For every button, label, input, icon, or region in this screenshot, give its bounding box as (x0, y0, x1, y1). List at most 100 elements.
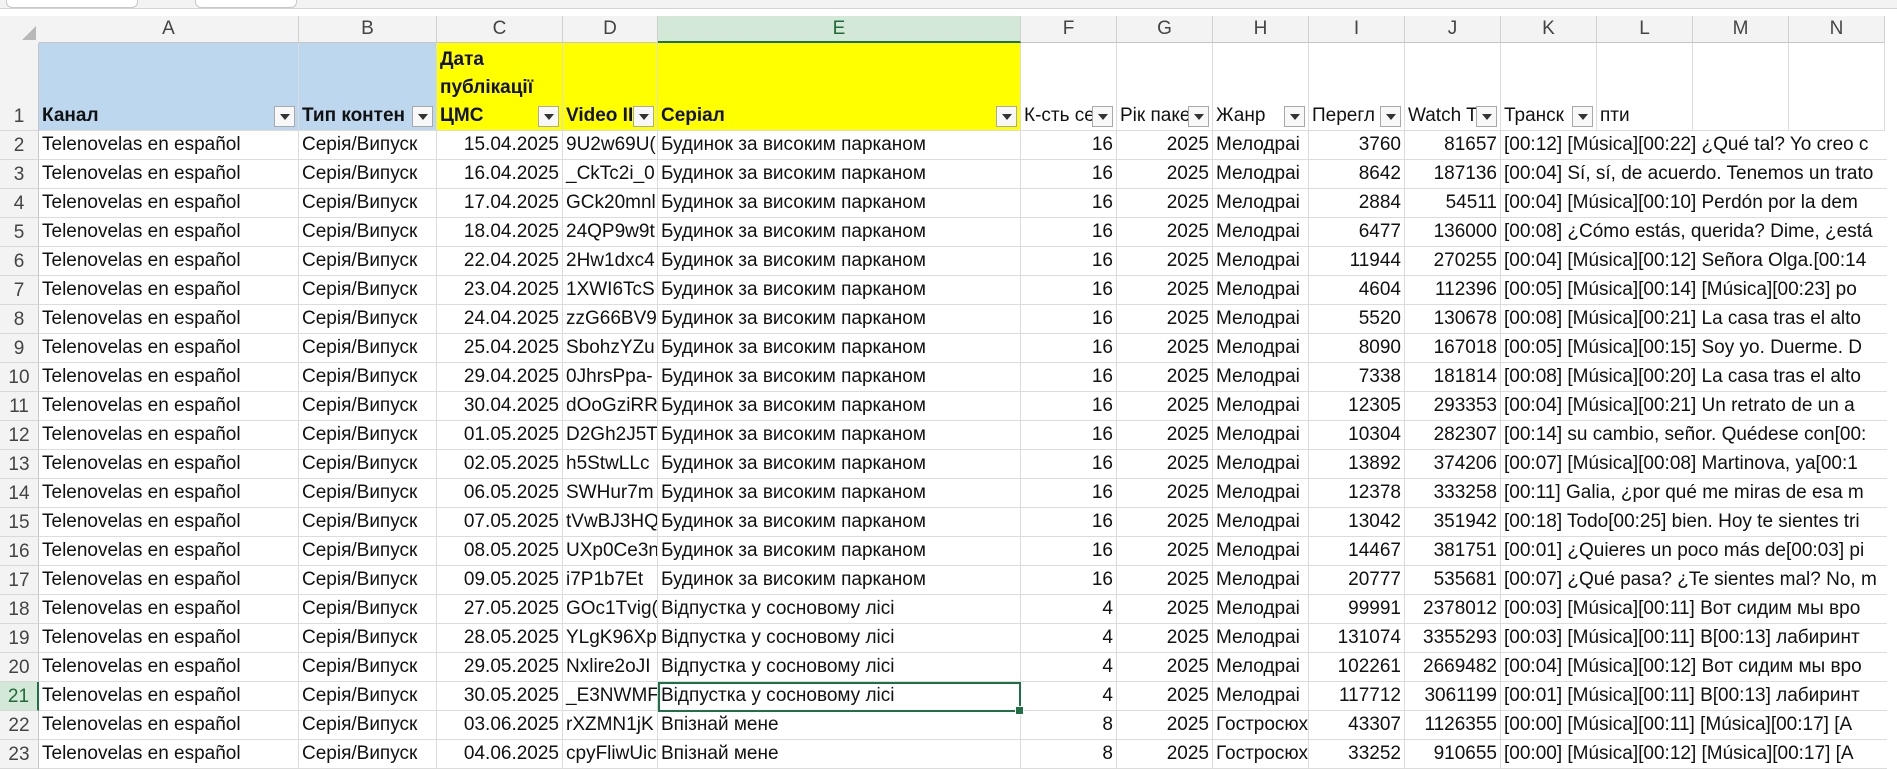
cell-series[interactable]: Будинок за високим парканом (658, 392, 1021, 421)
header-cell-a[interactable]: Канал (39, 43, 299, 131)
cell-type[interactable]: Серія/Випуск (299, 740, 437, 769)
cell-views[interactable]: 6477 (1309, 218, 1405, 247)
cell-eps[interactable]: 16 (1021, 363, 1117, 392)
cell-video[interactable]: GCk20mnl (563, 189, 658, 218)
cell-eps[interactable]: 16 (1021, 247, 1117, 276)
cell-date[interactable]: 27.05.2025 (437, 595, 563, 624)
cell-date[interactable]: 29.05.2025 (437, 653, 563, 682)
cell-series[interactable]: Будинок за високим парканом (658, 305, 1021, 334)
cell-date[interactable]: 15.04.2025 (437, 131, 563, 160)
cell-transcript[interactable]: [00:04] [Música][00:12] Вот сидим мы вро (1501, 653, 1887, 682)
cell-genre[interactable]: Гостросюх (1213, 711, 1309, 740)
cell-year[interactable]: 2025 (1117, 711, 1213, 740)
filter-dropdown-icon[interactable] (274, 106, 295, 127)
cell-views[interactable]: 7338 (1309, 363, 1405, 392)
cell-type[interactable]: Серія/Випуск (299, 595, 437, 624)
cell-video[interactable]: SWHur7m (563, 479, 658, 508)
cell-genre[interactable]: Мелодраі (1213, 653, 1309, 682)
filter-dropdown-icon[interactable] (412, 106, 433, 127)
header-cell-empty[interactable] (1789, 43, 1885, 131)
filter-dropdown-icon[interactable] (633, 106, 654, 127)
cell-channel[interactable]: Telenovelas en español (39, 218, 299, 247)
cell-year[interactable]: 2025 (1117, 653, 1213, 682)
cell-series[interactable]: Впізнай мене (658, 740, 1021, 769)
cell-views[interactable]: 8090 (1309, 334, 1405, 363)
cell-genre[interactable]: Мелодраі (1213, 363, 1309, 392)
column-header-n[interactable]: N (1789, 16, 1885, 43)
cell-eps[interactable]: 16 (1021, 537, 1117, 566)
cell-transcript[interactable]: [00:01] [Música][00:11] В[00:13] лабирин… (1501, 682, 1887, 711)
cell-views[interactable]: 131074 (1309, 624, 1405, 653)
cell-eps[interactable]: 8 (1021, 740, 1117, 769)
cell-type[interactable]: Серія/Випуск (299, 363, 437, 392)
cell-type[interactable]: Серія/Випуск (299, 305, 437, 334)
cell-genre[interactable]: Мелодраі (1213, 334, 1309, 363)
cell-transcript[interactable]: [00:01] ¿Quieres un poco más de[00:03] p… (1501, 537, 1887, 566)
cell-channel[interactable]: Telenovelas en español (39, 740, 299, 769)
cell-date[interactable]: 30.05.2025 (437, 682, 563, 711)
cell-views[interactable]: 5520 (1309, 305, 1405, 334)
cell-views[interactable]: 3760 (1309, 131, 1405, 160)
row-header-17[interactable]: 17 (0, 566, 39, 595)
cell-type[interactable]: Серія/Випуск (299, 160, 437, 189)
row-header-23[interactable]: 23 (0, 740, 39, 769)
cell-eps[interactable]: 4 (1021, 653, 1117, 682)
cell-channel[interactable]: Telenovelas en español (39, 566, 299, 595)
cell-genre[interactable]: Мелодраі (1213, 421, 1309, 450)
cell-date[interactable]: 07.05.2025 (437, 508, 563, 537)
column-header-e[interactable]: E (658, 16, 1021, 43)
cell-date[interactable]: 28.05.2025 (437, 624, 563, 653)
cell-year[interactable]: 2025 (1117, 595, 1213, 624)
column-header-h[interactable]: H (1213, 16, 1309, 43)
cell-watch[interactable]: 81657 (1405, 131, 1501, 160)
cell-watch[interactable]: 3355293 (1405, 624, 1501, 653)
column-header-c[interactable]: C (437, 16, 563, 43)
cell-series[interactable]: Будинок за високим парканом (658, 566, 1021, 595)
column-header-l[interactable]: L (1597, 16, 1693, 43)
cell-watch[interactable]: 112396 (1405, 276, 1501, 305)
cell-channel[interactable]: Telenovelas en español (39, 392, 299, 421)
cell-type[interactable]: Серія/Випуск (299, 247, 437, 276)
cell-year[interactable]: 2025 (1117, 363, 1213, 392)
cell-watch[interactable]: 293353 (1405, 392, 1501, 421)
cell-transcript[interactable]: [00:08] ¿Cómo estás, querida? Dime, ¿est… (1501, 218, 1887, 247)
row-header-3[interactable]: 3 (0, 160, 39, 189)
cell-series[interactable]: Будинок за високим парканом (658, 537, 1021, 566)
cell-date[interactable]: 02.05.2025 (437, 450, 563, 479)
cell-views[interactable]: 13042 (1309, 508, 1405, 537)
cell-eps[interactable]: 16 (1021, 276, 1117, 305)
row-header-19[interactable]: 19 (0, 624, 39, 653)
name-box-edge[interactable] (6, 0, 138, 8)
cell-channel[interactable]: Telenovelas en español (39, 276, 299, 305)
cell-year[interactable]: 2025 (1117, 421, 1213, 450)
cell-watch[interactable]: 381751 (1405, 537, 1501, 566)
cell-date[interactable]: 03.06.2025 (437, 711, 563, 740)
cell-video[interactable]: cpyFliwUic (563, 740, 658, 769)
cell-date[interactable]: 24.04.2025 (437, 305, 563, 334)
row-header-21[interactable]: 21 (0, 682, 39, 711)
cell-year[interactable]: 2025 (1117, 334, 1213, 363)
cell-video[interactable]: UXp0Ce3n (563, 537, 658, 566)
cell-eps[interactable]: 16 (1021, 160, 1117, 189)
cell-eps[interactable]: 8 (1021, 711, 1117, 740)
cell-video[interactable]: 2Hw1dxc4 (563, 247, 658, 276)
cell-eps[interactable]: 16 (1021, 189, 1117, 218)
cell-eps[interactable]: 16 (1021, 334, 1117, 363)
header-cell-f[interactable]: К-сть се (1021, 43, 1117, 131)
row-header-11[interactable]: 11 (0, 392, 39, 421)
cell-genre[interactable]: Мелодраі (1213, 508, 1309, 537)
cell-eps[interactable]: 16 (1021, 450, 1117, 479)
cell-series[interactable]: Відпустка у сосновому лісі (658, 653, 1021, 682)
header-cell-l[interactable]: пти (1597, 43, 1693, 131)
row-header-2[interactable]: 2 (0, 131, 39, 160)
row-header-12[interactable]: 12 (0, 421, 39, 450)
cell-transcript[interactable]: [00:07] [Música][00:08] Martinova, ya[00… (1501, 450, 1887, 479)
cell-views[interactable]: 117712 (1309, 682, 1405, 711)
cell-watch[interactable]: 282307 (1405, 421, 1501, 450)
cell-series[interactable]: Будинок за високим парканом (658, 189, 1021, 218)
header-cell-j[interactable]: Watch T (1405, 43, 1501, 131)
cell-year[interactable]: 2025 (1117, 131, 1213, 160)
cell-watch[interactable]: 130678 (1405, 305, 1501, 334)
cell-genre[interactable]: Мелодраі (1213, 189, 1309, 218)
cell-transcript[interactable]: [00:03] [Música][00:11] Вот сидим мы вро (1501, 595, 1887, 624)
